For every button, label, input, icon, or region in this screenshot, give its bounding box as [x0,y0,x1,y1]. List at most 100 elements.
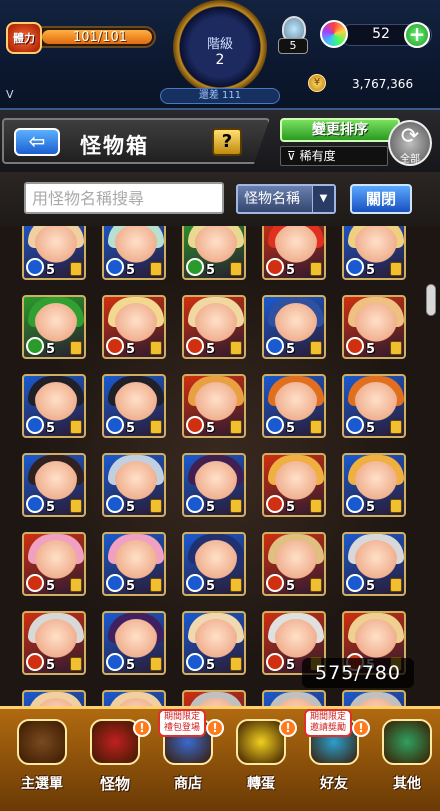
monster-card[interactable]: 5 [102,374,166,438]
monster-card[interactable]: 5 [342,226,406,280]
monster-card[interactable]: 5 [342,374,406,438]
monster-card[interactable]: 5 [182,611,246,675]
lock-icon [310,420,322,434]
gold-count: 3,767,366 [352,77,414,91]
bottom-nav: 主選單 ! 怪物 期間限定 禮包登場! 商店! 轉蛋 期間限定 邀請獎勵! 好友 其他 [0,706,440,811]
monster-card[interactable]: 5 [262,453,326,517]
monster-level: 5 [206,579,216,594]
monster-level: 5 [206,342,216,357]
monster-level: 5 [206,421,216,436]
monster-card[interactable]: 5 [102,532,166,596]
monster-card[interactable]: 5 [182,295,246,359]
search-filter-select[interactable]: 怪物名稱 ▼ [236,184,336,214]
all-button[interactable]: 全部 [388,120,432,166]
monster-card[interactable]: 5 [262,226,326,280]
monster-level: 5 [46,421,56,436]
water-element-icon [186,495,204,513]
monster-card[interactable]: 5 [102,690,166,706]
monster-card[interactable]: 5 [22,374,86,438]
fire-element-icon [266,574,284,592]
water-element-icon [106,574,124,592]
water-element-icon [26,258,44,276]
monster-card[interactable]: 5 [262,374,326,438]
rank-label: 階級 [206,36,233,52]
gold-coin-icon: ¥ [308,74,326,92]
monster-level: 5 [126,342,136,357]
box-capacity: 575/780 [302,658,414,688]
lock-icon [390,499,402,513]
fire-element-icon [266,495,284,513]
monster-box: 55555555555555555555555555555555555 575/… [0,226,440,706]
nav-other[interactable]: 其他 [367,715,440,807]
monster-card[interactable]: 5 [342,690,406,706]
back-button[interactable]: ⇦ [14,128,60,156]
monster-card[interactable]: 5 [182,690,246,706]
water-element-icon [106,495,124,513]
potion-item[interactable]: 5 [276,14,312,56]
nav-shop[interactable]: 期間限定 禮包登場! 商店 [148,709,228,807]
monster-level: 5 [286,342,296,357]
lock-icon [150,499,162,513]
lock-icon [230,341,242,355]
close-search-button[interactable]: 關閉 [350,184,412,214]
nav-label: 轉蛋 [247,776,275,792]
nav-promo-badge: 期間限定 禮包登場 [158,709,207,737]
monster-card[interactable]: 5 [182,374,246,438]
scrollbar-thumb[interactable] [426,284,436,316]
fire-element-icon [266,653,284,671]
status-bar: 體力 101/101 階級 2 還差 111 V 5 52 + ¥ 3,767,… [0,0,440,110]
monster-search-input[interactable] [24,182,224,214]
monster-card[interactable]: 5 [182,453,246,517]
lock-icon [70,657,82,671]
monster-card[interactable]: 5 [262,532,326,596]
lock-icon [70,420,82,434]
lock-icon [230,499,242,513]
monster-level: 5 [206,263,216,278]
wood-element-icon [26,337,44,355]
lock-icon [390,420,402,434]
monster-level: 5 [126,263,136,278]
monster-card[interactable]: 5 [102,226,166,280]
monster-card[interactable]: 5 [22,690,86,706]
monster-card[interactable]: 5 [182,532,246,596]
monster-card[interactable]: 5 [262,295,326,359]
sort-by-label[interactable]: ⊽ 稀有度 [280,146,388,166]
stamina-bar[interactable]: 體力 101/101 [6,22,156,54]
lock-icon [390,262,402,276]
monster-card[interactable]: 5 [102,453,166,517]
lock-icon [70,499,82,513]
monster-card[interactable]: 5 [342,453,406,517]
change-sort-button[interactable]: 變更排序 [280,118,400,142]
stamina-value: 101/101 [72,30,127,45]
monster-card[interactable]: 5 [102,611,166,675]
potion-count: 5 [278,38,308,54]
rank-emblem[interactable]: 階級 2 [173,0,267,94]
monster-card[interactable]: 5 [262,690,326,706]
monster-card[interactable]: 5 [342,295,406,359]
monster-card[interactable]: 5 [22,295,86,359]
monster-card[interactable]: 5 [342,532,406,596]
nav-friends[interactable]: 期間限定 邀請獎勵! 好友 [294,709,374,807]
monster-card[interactable]: 5 [22,532,86,596]
water-element-icon [346,258,364,276]
chevron-down-icon: ▼ [312,186,334,212]
nav-gacha[interactable]: ! 轉蛋 [221,715,301,807]
fire-element-icon [186,337,204,355]
lock-icon [70,262,82,276]
help-button[interactable]: ? [212,128,242,156]
version-label: V [6,88,14,101]
monster-card[interactable]: 5 [102,295,166,359]
monster-card[interactable]: 5 [182,226,246,280]
monster-level: 5 [366,342,376,357]
nav-label: 商店 [174,776,202,792]
nav-monster[interactable]: ! 怪物 [75,715,155,807]
monster-card[interactable]: 5 [22,226,86,280]
monster-level: 5 [286,658,296,673]
fire-element-icon [106,337,124,355]
monster-card[interactable]: 5 [22,453,86,517]
monster-level: 5 [286,579,296,594]
nav-main-menu[interactable]: 主選單 [2,715,82,807]
monster-card[interactable]: 5 [22,611,86,675]
water-element-icon [106,653,124,671]
add-orb-button[interactable]: + [404,22,430,48]
